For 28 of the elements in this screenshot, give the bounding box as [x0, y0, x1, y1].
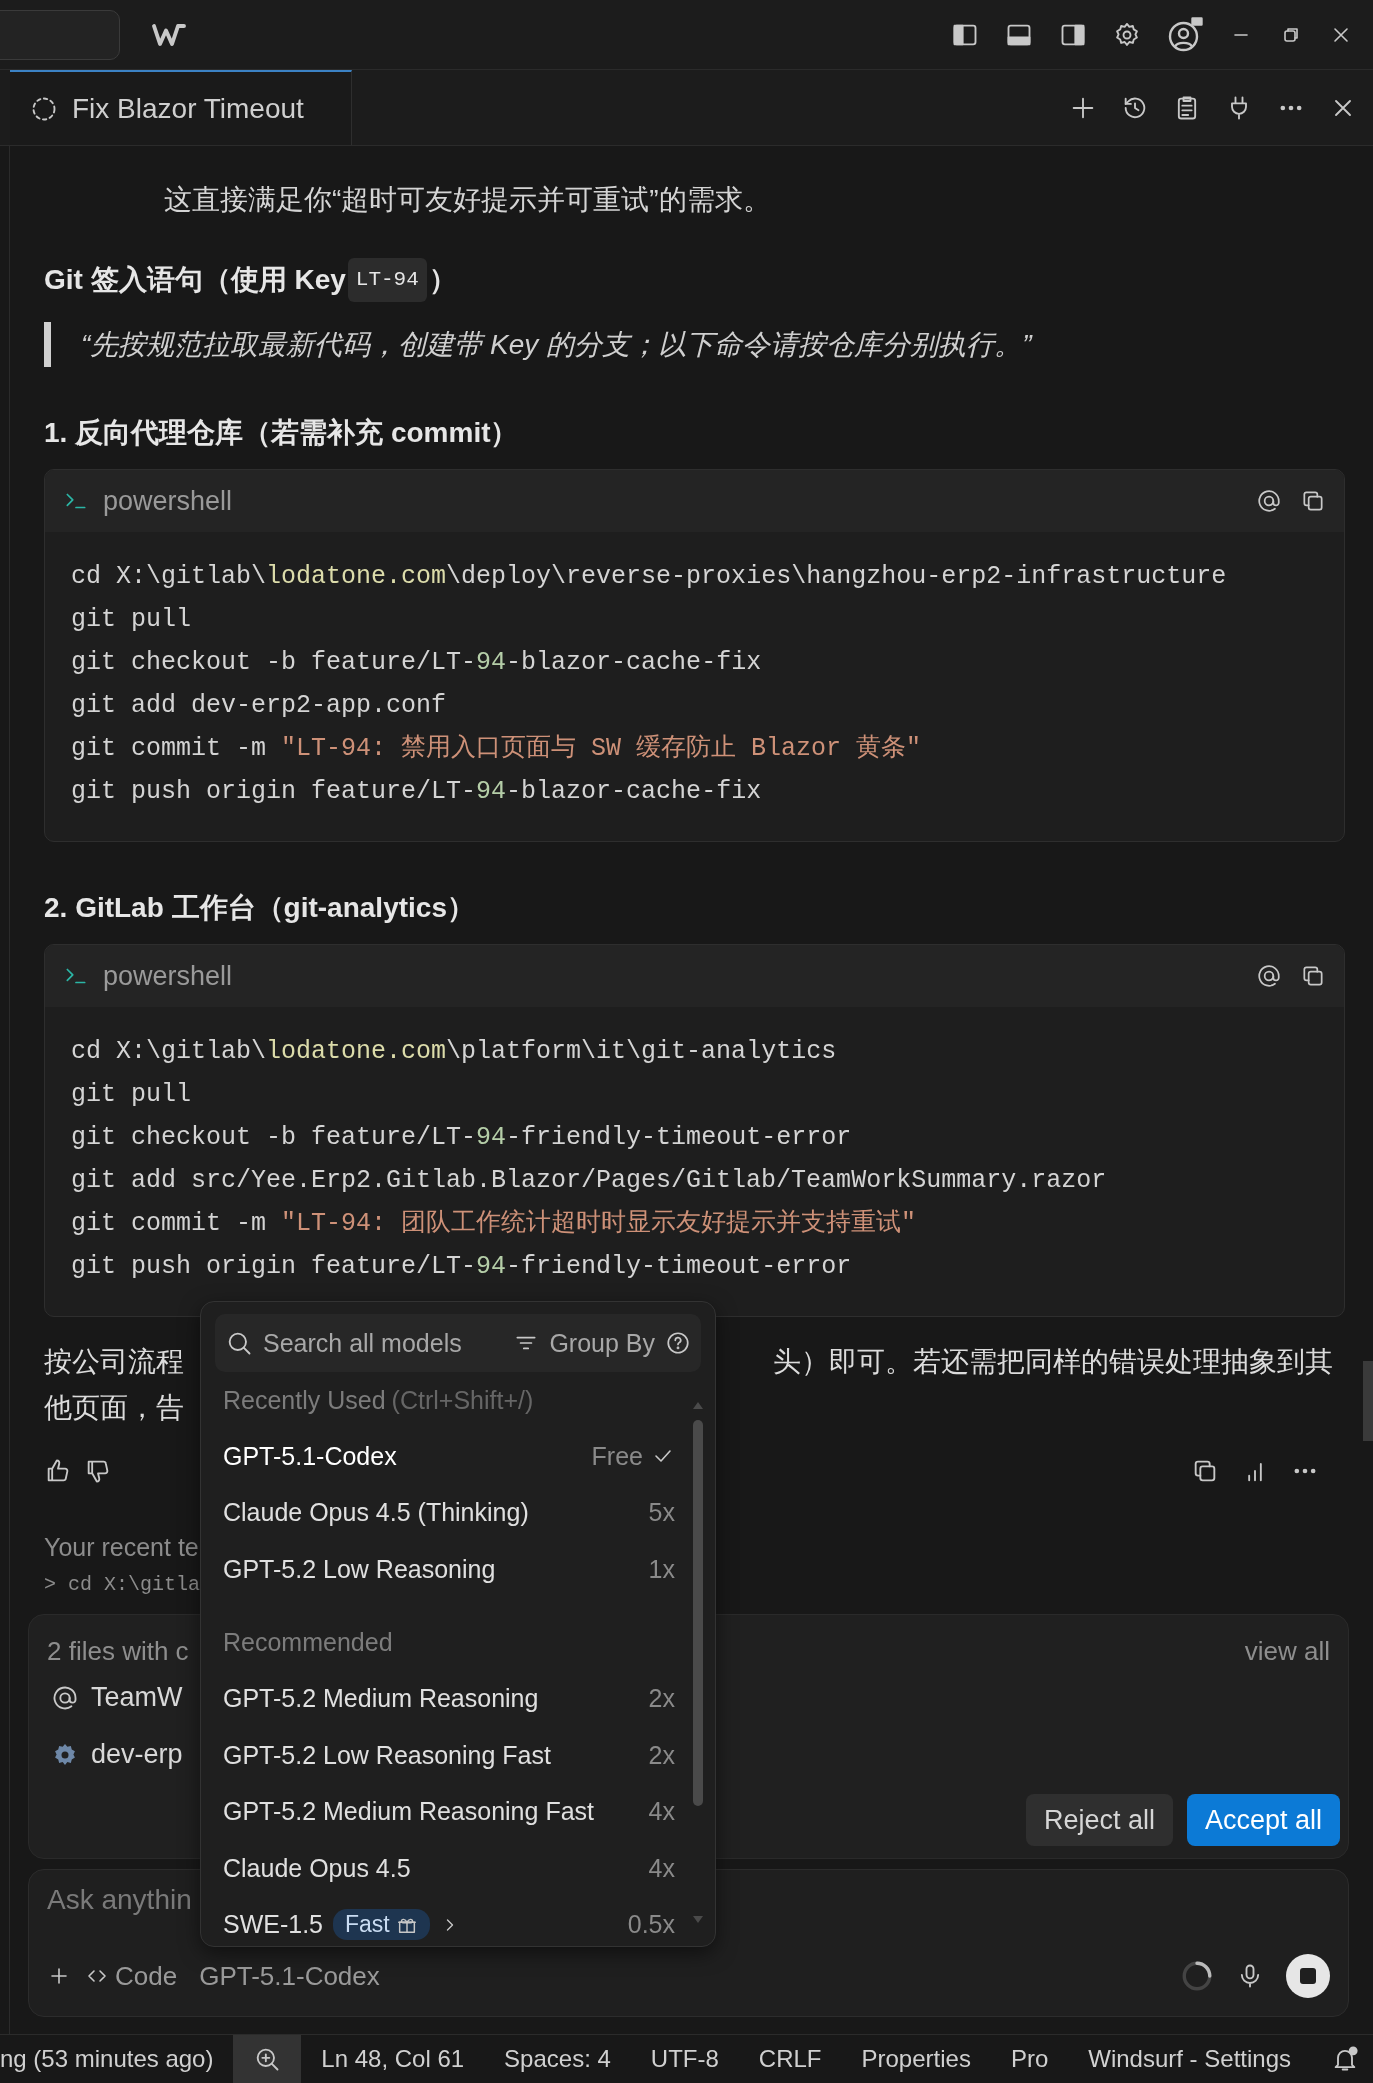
group-heading: Recently Used (Ctrl+Shift+/)	[223, 1384, 534, 1416]
fast-badge: Fast	[333, 1909, 430, 1941]
group-heading: Recommended	[223, 1627, 393, 1658]
code-line: git checkout -b feature/LT-94-blazor-cache-fix	[71, 647, 763, 679]
blockquote: “先按规范拉取最新代码，创建带 Key 的分支；以下命令请按仓库分别执行。”	[81, 327, 1032, 362]
code-language: powershell	[103, 960, 233, 992]
section-heading: 1. 反向代理仓库（若需补充 commit）	[44, 416, 520, 450]
heading: Git 签入语句（使用 Key LT-94 ）	[44, 258, 1345, 302]
code-line: cd X:\gitlab\lodatone.com\platform\it\git-analytics	[71, 1036, 838, 1068]
message-text: 他页面，告	[44, 1391, 184, 1425]
message-text: 头）即可。若还需把同样的错误处理抽象到其	[773, 1345, 1333, 1379]
code-line: git checkout -b feature/LT-94-friendly-timeout-error	[71, 1122, 853, 1154]
section-heading: 2. GitLab 工作台（git-analytics）	[44, 891, 476, 925]
code-line: git pull	[71, 604, 193, 636]
code-line: git commit -m "LT-94: 团队工作统计超时时显示友好提示并支持重试"	[71, 1208, 918, 1240]
code-line: git pull	[71, 1079, 193, 1111]
code-line: cd X:\gitlab\lodatone.com\deploy\reverse-proxies\hangzhou-erp2-infrastructure	[71, 561, 1228, 593]
message-text: 这直接满足你“超时可友好提示并可重试”的需求。	[164, 183, 772, 217]
changes-title: 2 files with c	[47, 1635, 189, 1668]
code-line: git push origin feature/LT-94-blazor-cache-fix	[71, 776, 763, 808]
code-line: git add src/Yee.Erp2.Gitlab.Blazor/Pages/Gitlab/TeamWorkSummary.razor	[71, 1165, 1108, 1197]
code-line: git push origin feature/LT-94-friendly-timeout-error	[71, 1251, 853, 1283]
code-language: powershell	[103, 485, 233, 517]
recent-command: > cd X:\gitla	[44, 1572, 201, 1598]
message-text: 按公司流程	[44, 1345, 184, 1379]
code-line: git commit -m "LT-94: 禁用入口页面与 SW 缓存防止 Blazor 黄条"	[71, 733, 923, 765]
recent-label: Your recent te	[44, 1532, 199, 1563]
code-line: git add dev-erp2-app.conf	[71, 690, 448, 722]
